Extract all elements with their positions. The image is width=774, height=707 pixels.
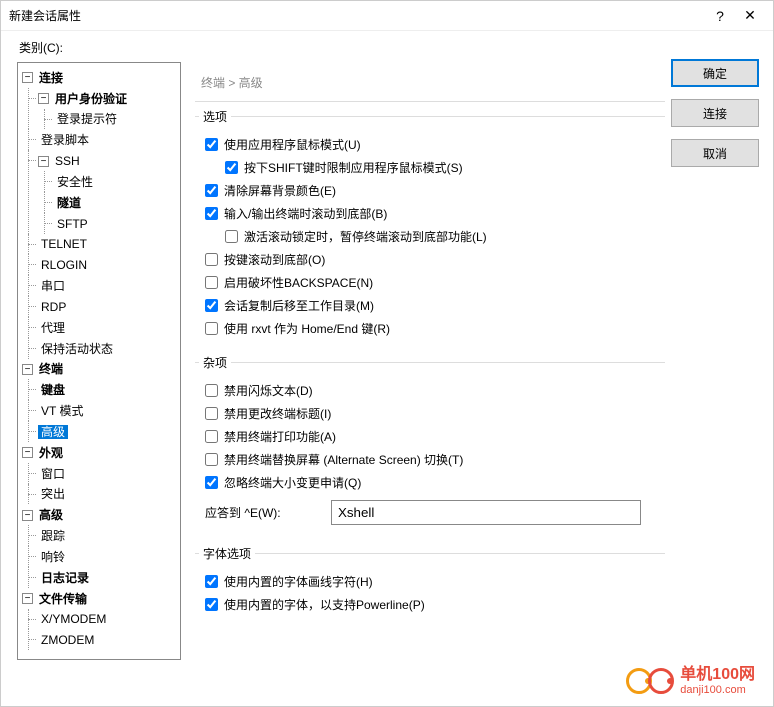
tree-rlogin[interactable]: RLOGIN xyxy=(38,258,90,272)
tree-advanced[interactable]: 高级 xyxy=(36,508,66,522)
clear-bg-label: 清除屏幕背景颜色(E) xyxy=(224,182,336,199)
tree-sftp[interactable]: SFTP xyxy=(54,217,91,231)
cancel-button[interactable]: 取消 xyxy=(671,139,759,167)
scroll-bottom-key-checkbox[interactable] xyxy=(205,253,218,266)
tree-keepalive[interactable]: 保持活动状态 xyxy=(38,342,116,356)
builtin-linedraw-checkbox[interactable] xyxy=(205,575,218,588)
tree-trace[interactable]: 跟踪 xyxy=(38,529,68,543)
disable-altscreen-label: 禁用终端替换屏幕 (Alternate Screen) 切换(T) xyxy=(224,451,463,468)
category-tree[interactable]: −连接 −用户身份验证 登录提示符 登录脚本 −SSH 安全性 隧道 SFTP xyxy=(17,62,181,660)
font-legend: 字体选项 xyxy=(199,545,255,562)
restore-dir-label: 会话复制后移至工作目录(M) xyxy=(224,297,374,314)
tree-tunnel[interactable]: 隧道 xyxy=(54,196,84,210)
close-button[interactable]: ✕ xyxy=(735,1,765,31)
tree-advanced-term[interactable]: 高级 xyxy=(38,425,68,439)
tree-keyboard[interactable]: 键盘 xyxy=(38,383,68,397)
tree-appearance[interactable]: 外观 xyxy=(36,446,66,460)
expand-icon[interactable]: − xyxy=(22,447,33,458)
breadcrumb: 终端 > 高级 xyxy=(195,66,665,102)
misc-legend: 杂项 xyxy=(199,354,231,371)
destructive-bs-label: 启用破坏性BACKSPACE(N) xyxy=(224,274,373,291)
scroll-bottom-io-checkbox[interactable] xyxy=(205,207,218,220)
tree-connection[interactable]: 连接 xyxy=(36,71,66,85)
builtin-linedraw-label: 使用内置的字体画线字符(H) xyxy=(224,573,373,590)
help-button[interactable]: ? xyxy=(705,1,735,31)
connect-button[interactable]: 连接 xyxy=(671,99,759,127)
shift-limit-label: 按下SHIFT键时限制应用程序鼠标模式(S) xyxy=(244,159,463,176)
tree-vt[interactable]: VT 模式 xyxy=(38,404,86,418)
answerback-label: 应答到 ^E(W): xyxy=(205,504,331,521)
tree-filetransfer[interactable]: 文件传输 xyxy=(36,592,90,606)
disable-title-checkbox[interactable] xyxy=(205,407,218,420)
expand-icon[interactable]: − xyxy=(22,72,33,83)
options-legend: 选项 xyxy=(199,108,231,125)
tree-terminal[interactable]: 终端 xyxy=(36,362,66,376)
expand-icon[interactable]: − xyxy=(22,510,33,521)
window-title: 新建会话属性 xyxy=(9,7,705,24)
watermark-url: danji100.com xyxy=(680,684,755,696)
tree-login-prompt[interactable]: 登录提示符 xyxy=(54,112,120,126)
tree-rdp[interactable]: RDP xyxy=(38,300,69,314)
options-group: 选项 使用应用程序鼠标模式(U) 按下SHIFT键时限制应用程序鼠标模式(S) … xyxy=(195,108,665,344)
tree-xymodem[interactable]: X/YMODEM xyxy=(38,612,109,626)
restore-dir-checkbox[interactable] xyxy=(205,299,218,312)
expand-icon[interactable]: − xyxy=(38,156,49,167)
tree-login-script[interactable]: 登录脚本 xyxy=(38,133,92,147)
shift-limit-checkbox[interactable] xyxy=(225,161,238,174)
watermark-icon xyxy=(648,668,674,694)
ok-button[interactable]: 确定 xyxy=(671,59,759,87)
watermark: 单机100网 danji100.com xyxy=(626,666,755,696)
builtin-powerline-checkbox[interactable] xyxy=(205,598,218,611)
watermark-text: 单机100网 xyxy=(680,666,755,684)
disable-print-label: 禁用终端打印功能(A) xyxy=(224,428,336,445)
tree-zmodem[interactable]: ZMODEM xyxy=(38,633,97,647)
disable-altscreen-checkbox[interactable] xyxy=(205,453,218,466)
expand-icon[interactable]: − xyxy=(22,593,33,604)
misc-group: 杂项 禁用闪烁文本(D) 禁用更改终端标题(I) 禁用终端打印功能(A) 禁用终… xyxy=(195,354,665,535)
rxvt-home-label: 使用 rxvt 作为 Home/End 键(R) xyxy=(224,320,390,337)
use-app-mouse-label: 使用应用程序鼠标模式(U) xyxy=(224,136,361,153)
tree-ssh[interactable]: SSH xyxy=(52,154,83,168)
tree-highlight[interactable]: 突出 xyxy=(38,487,68,501)
disable-print-checkbox[interactable] xyxy=(205,430,218,443)
tree-logging[interactable]: 日志记录 xyxy=(38,571,92,585)
destructive-bs-checkbox[interactable] xyxy=(205,276,218,289)
tree-auth[interactable]: 用户身份验证 xyxy=(52,92,130,106)
expand-icon[interactable]: − xyxy=(38,93,49,104)
disable-title-label: 禁用更改终端标题(I) xyxy=(224,405,331,422)
tree-proxy[interactable]: 代理 xyxy=(38,321,68,335)
scroll-bottom-key-label: 按键滚动到底部(O) xyxy=(224,251,325,268)
scroll-lock-label: 激活滚动锁定时，暂停终端滚动到底部功能(L) xyxy=(244,228,487,245)
category-label: 类别(C): xyxy=(1,31,773,60)
tree-telnet[interactable]: TELNET xyxy=(38,237,90,251)
builtin-powerline-label: 使用内置的字体，以支持Powerline(P) xyxy=(224,596,425,613)
answerback-input[interactable] xyxy=(331,500,641,525)
expand-icon[interactable]: − xyxy=(22,364,33,375)
clear-bg-checkbox[interactable] xyxy=(205,184,218,197)
scroll-lock-checkbox[interactable] xyxy=(225,230,238,243)
font-group: 字体选项 使用内置的字体画线字符(H) 使用内置的字体，以支持Powerline… xyxy=(195,545,665,620)
tree-serial[interactable]: 串口 xyxy=(38,279,68,293)
ignore-resize-label: 忽略终端大小变更申请(Q) xyxy=(224,474,361,491)
titlebar: 新建会话属性 ? ✕ xyxy=(1,1,773,31)
tree-bell[interactable]: 响铃 xyxy=(38,550,68,564)
scroll-bottom-io-label: 输入/输出终端时滚动到底部(B) xyxy=(224,205,387,222)
rxvt-home-checkbox[interactable] xyxy=(205,322,218,335)
disable-blink-checkbox[interactable] xyxy=(205,384,218,397)
disable-blink-label: 禁用闪烁文本(D) xyxy=(224,382,313,399)
tree-window[interactable]: 窗口 xyxy=(38,467,68,481)
use-app-mouse-checkbox[interactable] xyxy=(205,138,218,151)
tree-security[interactable]: 安全性 xyxy=(54,175,96,189)
ignore-resize-checkbox[interactable] xyxy=(205,476,218,489)
